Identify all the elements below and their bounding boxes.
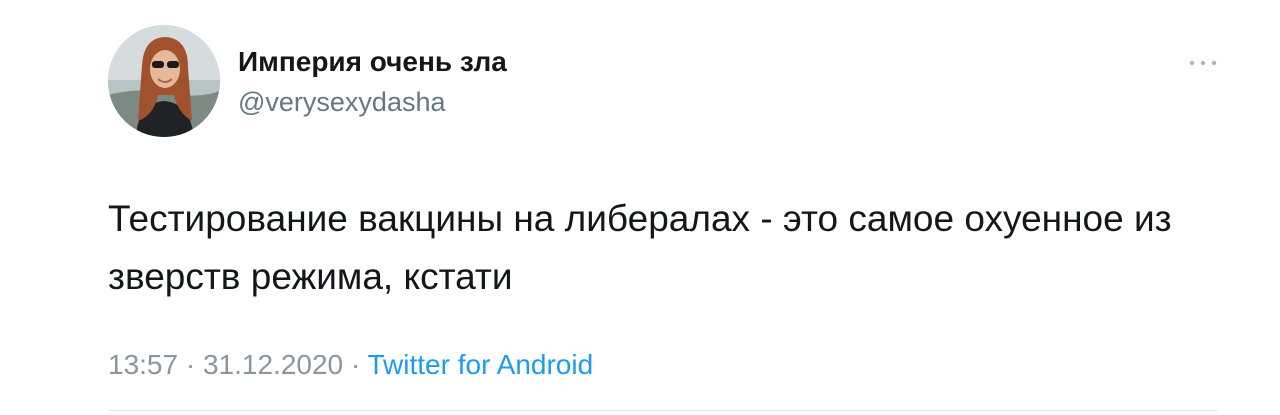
tweet-source-link[interactable]: Twitter for Android [368,349,594,380]
tweet-date[interactable]: 31.12.2020 [203,349,343,380]
display-name[interactable]: Империя очень зла [238,46,507,78]
avatar[interactable] [108,25,220,137]
tweet-card: Империя очень зла @verysexydasha Тестиро… [0,0,1280,415]
more-options-icon [1189,60,1217,66]
user-handle[interactable]: @verysexydasha [238,87,446,118]
profile-photo-icon [108,25,220,137]
meta-separator: · [185,349,196,380]
tweet-text: Тестирование вакцины на либералах - это … [108,198,1172,297]
meta-separator: · [350,349,361,380]
more-options-button[interactable] [1186,55,1220,71]
tweet-meta: 13:57 · 31.12.2020 · Twitter for Android [108,349,593,381]
divider [108,410,1218,411]
tweet-time[interactable]: 13:57 [108,349,178,380]
